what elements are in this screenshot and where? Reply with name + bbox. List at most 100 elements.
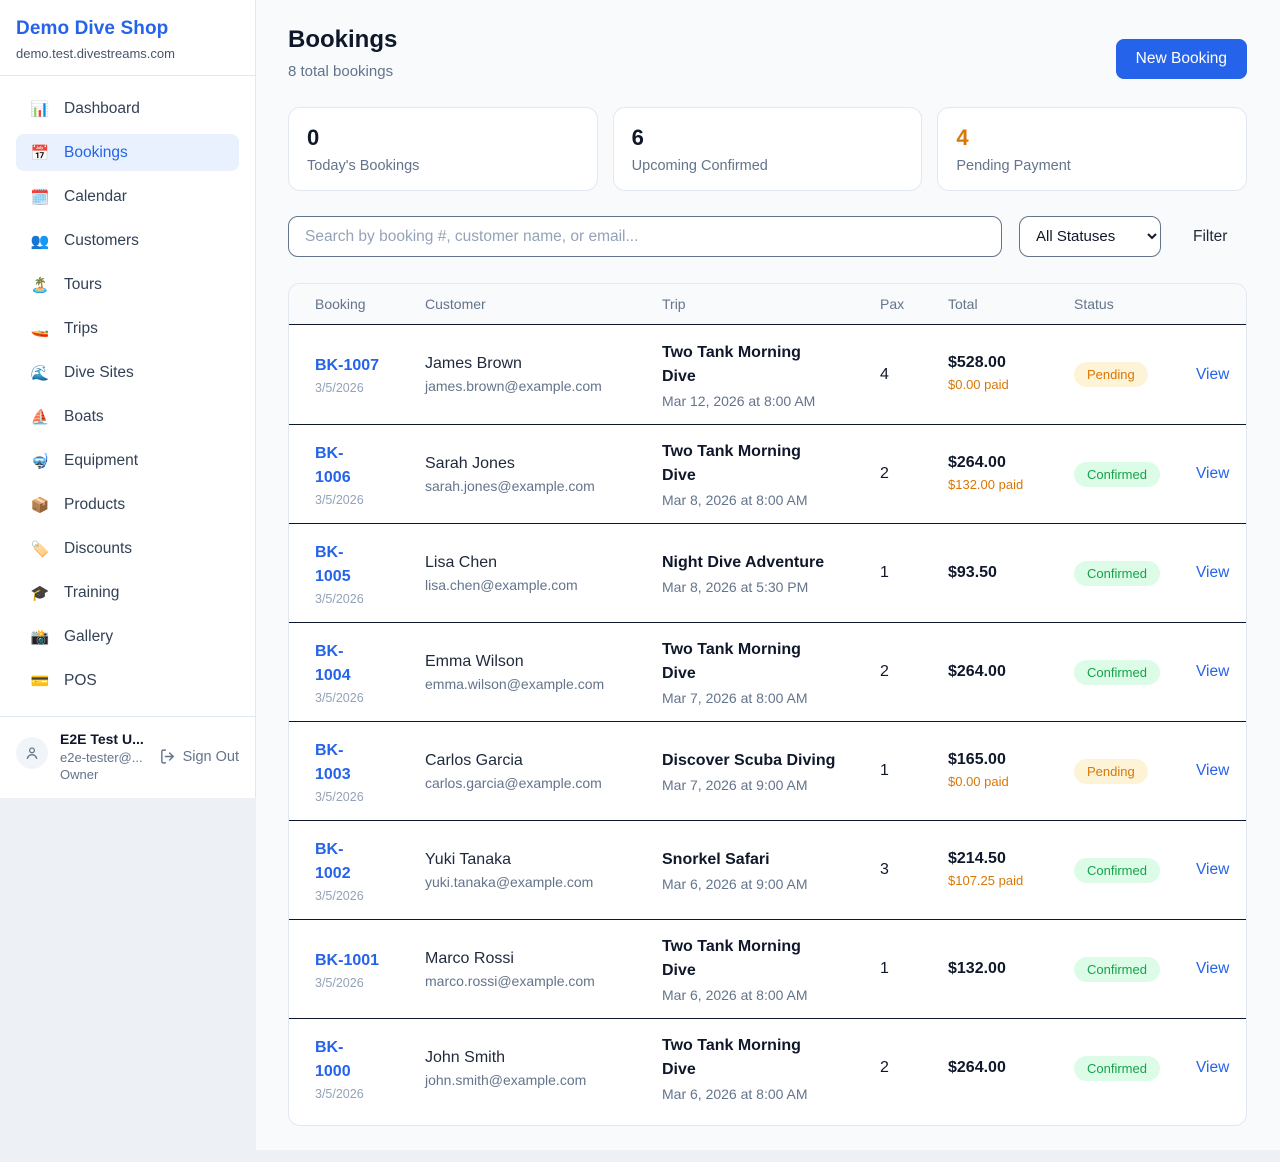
nav-item-icon: 📅: [30, 144, 50, 162]
person-icon: [24, 745, 40, 761]
filter-button[interactable]: Filter: [1193, 228, 1227, 246]
booking-id-link[interactable]: BK- 1000: [315, 1036, 351, 1084]
table-header-row: Booking Customer Trip Pax Total Status: [289, 284, 1246, 325]
sidebar-item[interactable]: 🏝️ Tours: [16, 266, 239, 303]
view-link[interactable]: View: [1196, 861, 1229, 878]
sidebar-item[interactable]: 👥 Customers: [16, 222, 239, 259]
booking-id-link[interactable]: BK-1007: [315, 354, 379, 378]
status-cell: Confirmed: [1074, 547, 1184, 600]
view-link[interactable]: View: [1196, 366, 1229, 383]
status-cell: Confirmed: [1074, 844, 1184, 897]
total-cell: $264.00: [948, 649, 1074, 695]
total-cell: $132.00: [948, 946, 1074, 992]
sidebar-item-label: Trips: [64, 320, 98, 338]
trip-name: Two Tank Morning Dive: [662, 1034, 837, 1082]
view-link[interactable]: View: [1196, 564, 1229, 581]
status-filter-select[interactable]: All Statuses: [1019, 216, 1161, 257]
status-cell: Pending: [1074, 348, 1184, 401]
customer-name: Emma Wilson: [425, 653, 652, 671]
booking-id-link[interactable]: BK- 1003: [315, 739, 351, 787]
booking-cell: BK-1001 3/5/2026: [315, 935, 425, 1004]
total-amount: $93.50: [948, 564, 1064, 582]
booking-date: 3/5/2026: [315, 1087, 415, 1101]
view-link[interactable]: View: [1196, 762, 1229, 779]
sidebar-item[interactable]: 📸 Gallery: [16, 618, 239, 655]
sidebar-item[interactable]: ⛵ Boats: [16, 398, 239, 435]
table-row: BK- 1002 3/5/2026 Yuki Tanaka yuki.tanak…: [289, 820, 1246, 919]
column-header-total: Total: [948, 296, 1074, 312]
status-badge: Pending: [1074, 759, 1148, 784]
sidebar-item[interactable]: 🏷️ Discounts: [16, 530, 239, 567]
shop-name: Demo Dive Shop: [16, 18, 239, 40]
sidebar-item[interactable]: 🌊 Dive Sites: [16, 354, 239, 391]
customer-cell: James Brown james.brown@example.com: [425, 341, 662, 408]
nav-item-icon: 💳: [30, 672, 50, 690]
view-link[interactable]: View: [1196, 1059, 1229, 1076]
view-link[interactable]: View: [1196, 465, 1229, 482]
customer-email: marco.rossi@example.com: [425, 973, 652, 989]
customer-cell: Sarah Jones sarah.jones@example.com: [425, 441, 662, 508]
nav-item-icon: 🎓: [30, 584, 50, 602]
nav-item-icon: 📸: [30, 628, 50, 646]
actions-cell: View: [1184, 847, 1239, 893]
trip-cell: Two Tank Morning Dive Mar 7, 2026 at 8:0…: [662, 624, 880, 720]
search-input[interactable]: [288, 216, 1002, 257]
actions-cell: View: [1184, 649, 1239, 695]
view-link[interactable]: View: [1196, 960, 1229, 977]
view-link[interactable]: View: [1196, 663, 1229, 680]
status-badge: Confirmed: [1074, 957, 1160, 982]
new-booking-button[interactable]: New Booking: [1116, 39, 1247, 79]
pax-cell: 2: [880, 451, 948, 497]
trip-datetime: Mar 12, 2026 at 8:00 AM: [662, 393, 870, 409]
sidebar-item[interactable]: 🤿 Equipment: [16, 442, 239, 479]
customer-cell: Yuki Tanaka yuki.tanaka@example.com: [425, 837, 662, 904]
booking-id-link[interactable]: BK-1001: [315, 949, 379, 973]
trip-name: Two Tank Morning Dive: [662, 935, 837, 983]
sidebar-item[interactable]: 📊 Dashboard: [16, 90, 239, 127]
actions-cell: View: [1184, 451, 1239, 497]
pax-cell: 1: [880, 946, 948, 992]
nav-item-icon: 📦: [30, 496, 50, 514]
trip-datetime: Mar 8, 2026 at 8:00 AM: [662, 492, 870, 508]
sidebar-item[interactable]: 📦 Products: [16, 486, 239, 523]
actions-cell: View: [1184, 352, 1239, 398]
sidebar-item[interactable]: 📅 Bookings: [16, 134, 239, 171]
nav-item-icon: 🗓️: [30, 188, 50, 206]
sidebar-item-label: Discounts: [64, 540, 132, 558]
column-header-pax: Pax: [880, 296, 948, 312]
sidebar-item[interactable]: 💳 POS: [16, 662, 239, 699]
status-cell: Confirmed: [1074, 646, 1184, 699]
table-row: BK- 1006 3/5/2026 Sarah Jones sarah.jone…: [289, 424, 1246, 523]
sidebar-item[interactable]: 🚤 Trips: [16, 310, 239, 347]
status-badge: Confirmed: [1074, 660, 1160, 685]
sidebar-item[interactable]: 🎓 Training: [16, 574, 239, 611]
sign-out-button[interactable]: Sign Out: [159, 748, 239, 765]
sidebar-item-label: Calendar: [64, 188, 127, 206]
booking-date: 3/5/2026: [315, 889, 415, 903]
trip-name: Night Dive Adventure: [662, 551, 837, 575]
trip-cell: Snorkel Safari Mar 6, 2026 at 9:00 AM: [662, 834, 880, 906]
column-header-trip: Trip: [662, 296, 880, 312]
column-header-customer: Customer: [425, 296, 662, 312]
booking-date: 3/5/2026: [315, 976, 415, 990]
customer-name: John Smith: [425, 1049, 652, 1067]
sidebar-item[interactable]: 🗓️ Calendar: [16, 178, 239, 215]
booking-id-link[interactable]: BK- 1005: [315, 541, 351, 589]
table-row: BK- 1004 3/5/2026 Emma Wilson emma.wilso…: [289, 622, 1246, 721]
user-box: E2E Test U... e2e-tester@... Owner Sign …: [0, 716, 255, 798]
booking-id-link[interactable]: BK- 1004: [315, 640, 351, 688]
status-badge: Confirmed: [1074, 1056, 1160, 1081]
user-name: E2E Test U...: [60, 731, 147, 747]
controls-row: All Statuses Filter: [288, 216, 1247, 257]
stat-card: 6 Upcoming Confirmed: [613, 107, 923, 191]
trip-name: Two Tank Morning Dive: [662, 440, 837, 488]
stat-value: 6: [632, 125, 904, 151]
stat-card: 4 Pending Payment: [937, 107, 1247, 191]
booking-id-link[interactable]: BK- 1006: [315, 442, 351, 490]
booking-id-link[interactable]: BK- 1002: [315, 838, 351, 886]
total-amount: $264.00: [948, 1059, 1064, 1077]
customer-email: sarah.jones@example.com: [425, 478, 652, 494]
sidebar-item-label: Boats: [64, 408, 104, 426]
paid-amount: $0.00 paid: [948, 773, 1028, 792]
booking-date: 3/5/2026: [315, 493, 415, 507]
